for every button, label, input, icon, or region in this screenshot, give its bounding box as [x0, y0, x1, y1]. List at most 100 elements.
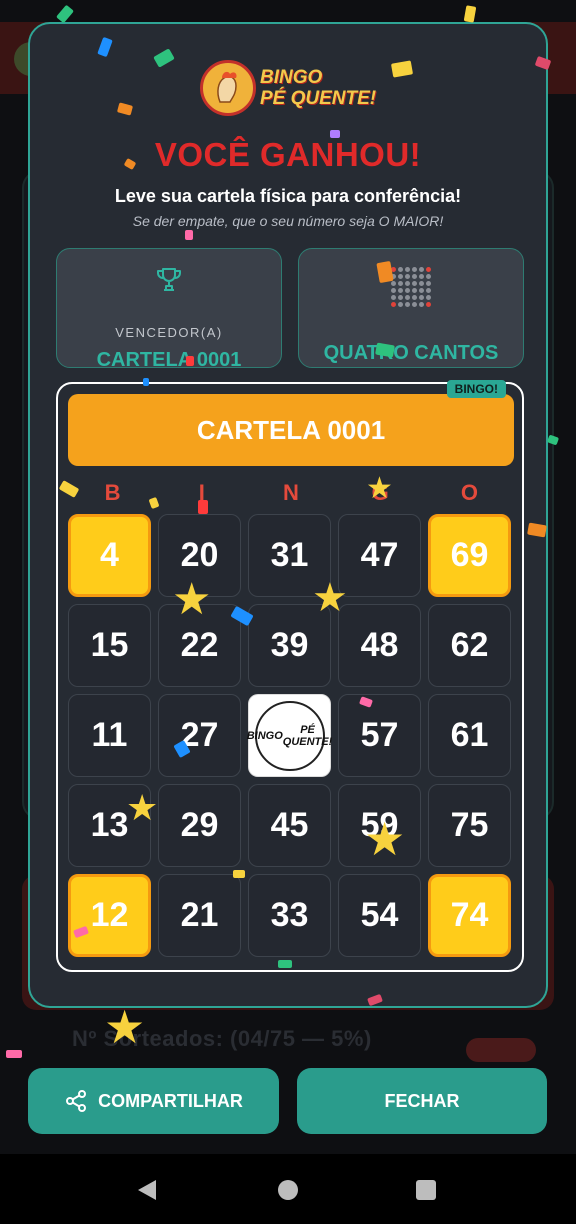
grid-dot [405, 288, 410, 293]
number-cell: 21 [158, 874, 241, 957]
letter-b: B [104, 480, 121, 505]
share-button[interactable]: COMPARTILHAR [28, 1068, 279, 1134]
grid-dot [398, 281, 403, 286]
grid-dot [412, 281, 417, 286]
close-button[interactable]: FECHAR [297, 1068, 547, 1134]
grid-dot [398, 274, 403, 279]
bingo-badge: BINGO! [446, 380, 506, 398]
grid-dot [426, 274, 431, 279]
number-cell: 45 [248, 784, 331, 867]
winner-box: VENCEDOR(A) CARTELA 0001 [56, 248, 282, 371]
confetti-piece [185, 230, 193, 240]
back-icon[interactable] [138, 1180, 156, 1200]
free-space-logo: BINGO PÉ QUENTE! [247, 700, 332, 771]
logo-line2: PÉ QUENTE! [260, 88, 377, 109]
home-icon[interactable] [278, 1180, 298, 1200]
dot-grid-icon [391, 267, 431, 307]
close-label: FECHAR [384, 1090, 460, 1111]
free-logo-line2: PÉ QUENTE! [282, 723, 333, 748]
letter-o: O [460, 480, 478, 505]
confetti-piece [56, 4, 74, 24]
tiebreak-note: Se der empate, que o seu número seja O M… [132, 213, 444, 229]
grid-dot [426, 302, 431, 307]
confetti-piece [330, 130, 340, 138]
confetti-piece [278, 960, 292, 968]
star-icon: ★ [364, 813, 406, 865]
pattern-box: QUATRO CANTOS [298, 248, 524, 368]
grid-dot [426, 295, 431, 300]
confetti-piece [198, 500, 208, 514]
logo-line1: BINGO [260, 67, 323, 88]
confetti-piece [463, 5, 477, 23]
bingo-card: CARTELA 0001 BINGO! B I N G O 4 20 31 47 69 1… [56, 380, 524, 972]
app-logo: BINGO PÉ QUENTE! [200, 60, 376, 116]
grid-dot [398, 302, 403, 307]
number-cell: 69 [428, 514, 511, 597]
grid-dot [419, 295, 424, 300]
card-header: CARTELA 0001 [68, 394, 514, 466]
number-cell: 15 [68, 604, 151, 687]
grid-dot [412, 274, 417, 279]
grid-dot [398, 288, 403, 293]
winner-label: VENCEDOR(A) [115, 325, 223, 340]
number-cell: 61 [428, 694, 511, 777]
win-title: VOCÊ GANHOU! [154, 136, 422, 173]
number-cell: 48 [338, 604, 421, 687]
letter-n: N [283, 480, 299, 505]
number-cell: 11 [68, 694, 151, 777]
confetti-piece [186, 356, 194, 366]
trophy-icon [157, 268, 181, 291]
number-cell: 27 [158, 694, 241, 777]
confetti-piece [6, 1050, 22, 1058]
grid-dot [426, 281, 431, 286]
recents-icon[interactable] [416, 1180, 436, 1200]
star-icon: ★ [172, 575, 212, 624]
star-icon: ★ [104, 1001, 146, 1053]
bingo-grid: 4 20 31 47 69 15 22 39 48 62 11 27 BINGO PÉ QUENTE! 57… [68, 514, 514, 957]
grid-dot [391, 288, 396, 293]
grid-dot [398, 267, 403, 272]
grid-dot [391, 302, 396, 307]
share-label: COMPARTILHAR [98, 1090, 243, 1111]
winner-modal: BINGO PÉ QUENTE! VOCÊ GANHOU! Leve sua c… [28, 22, 548, 1008]
grid-dot [391, 295, 396, 300]
winner-value: CARTELA 0001 [96, 349, 242, 371]
number-cell: 29 [158, 784, 241, 867]
number-cell: 4 [68, 514, 151, 597]
system-nav-bar [0, 1154, 576, 1224]
number-cell: 47 [338, 514, 421, 597]
number-cell: 57 [338, 694, 421, 777]
win-subtitle: Leve sua cartela física para conferência… [114, 186, 462, 206]
pattern-value: QUATRO CANTOS [323, 342, 499, 364]
grid-dot [391, 281, 396, 286]
grid-dot [419, 274, 424, 279]
number-cell: 54 [338, 874, 421, 957]
grid-dot [426, 288, 431, 293]
grid-dot [419, 302, 424, 307]
number-cell: 75 [428, 784, 511, 867]
grid-dot [405, 267, 410, 272]
grid-dot [412, 295, 417, 300]
free-logo-line1: BINGO [246, 729, 283, 742]
grid-dot [405, 274, 410, 279]
star-icon: ★ [366, 472, 393, 505]
grid-dot [419, 281, 424, 286]
grid-dot [412, 302, 417, 307]
foot-logo-icon [200, 60, 256, 116]
grid-dot [398, 295, 403, 300]
number-cell: 74 [428, 874, 511, 957]
share-icon [66, 1090, 87, 1112]
bingo-letters: B I N G O [68, 480, 514, 506]
number-cell: 62 [428, 604, 511, 687]
confetti-piece [143, 378, 149, 386]
grid-dot [419, 288, 424, 293]
grid-dot [405, 302, 410, 307]
free-space-cell: BINGO PÉ QUENTE! [247, 694, 332, 777]
number-cell: 33 [248, 874, 331, 957]
grid-dot [412, 288, 417, 293]
grid-dot [419, 267, 424, 272]
number-cell: 12 [68, 874, 151, 957]
grid-dot [405, 281, 410, 286]
confetti-piece [233, 870, 245, 878]
grid-dot [412, 267, 417, 272]
